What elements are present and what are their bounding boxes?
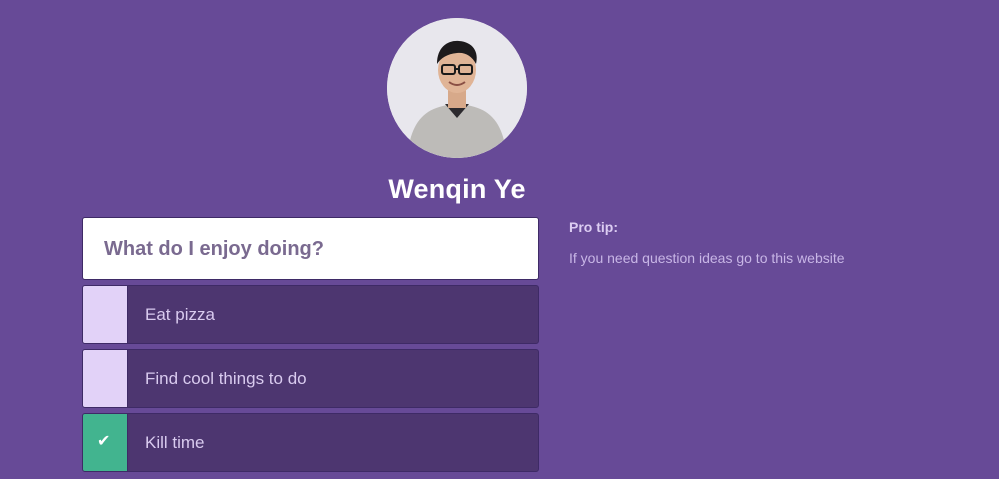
answer-label: Eat pizza <box>145 305 215 324</box>
answer-option[interactable]: ✔ Kill time <box>82 413 539 472</box>
quiz-card: What do I enjoy doing? Eat pizza Find co… <box>82 217 539 472</box>
pro-tip: Pro tip: If you need question ideas go t… <box>569 219 969 266</box>
page: Wenqin Ye What do I enjoy doing? Eat piz… <box>0 0 999 479</box>
question-title: What do I enjoy doing? <box>82 217 539 280</box>
pro-tip-body[interactable]: If you need question ideas go to this we… <box>569 250 969 266</box>
answer-checkbox[interactable]: ✔ <box>83 414 128 471</box>
profile-name: Wenqin Ye <box>388 174 526 204</box>
answer-label: Find cool things to do <box>145 369 307 388</box>
avatar <box>387 18 527 158</box>
answer-option[interactable]: Find cool things to do <box>82 349 539 408</box>
checkmark-icon: ✔ <box>97 433 111 450</box>
answer-label: Kill time <box>145 433 205 452</box>
profile-photo-icon <box>387 18 527 158</box>
pro-tip-title: Pro tip: <box>569 219 618 235</box>
answer-option[interactable]: Eat pizza <box>82 285 539 344</box>
answer-checkbox[interactable] <box>83 286 128 343</box>
answer-checkbox[interactable] <box>83 350 128 407</box>
